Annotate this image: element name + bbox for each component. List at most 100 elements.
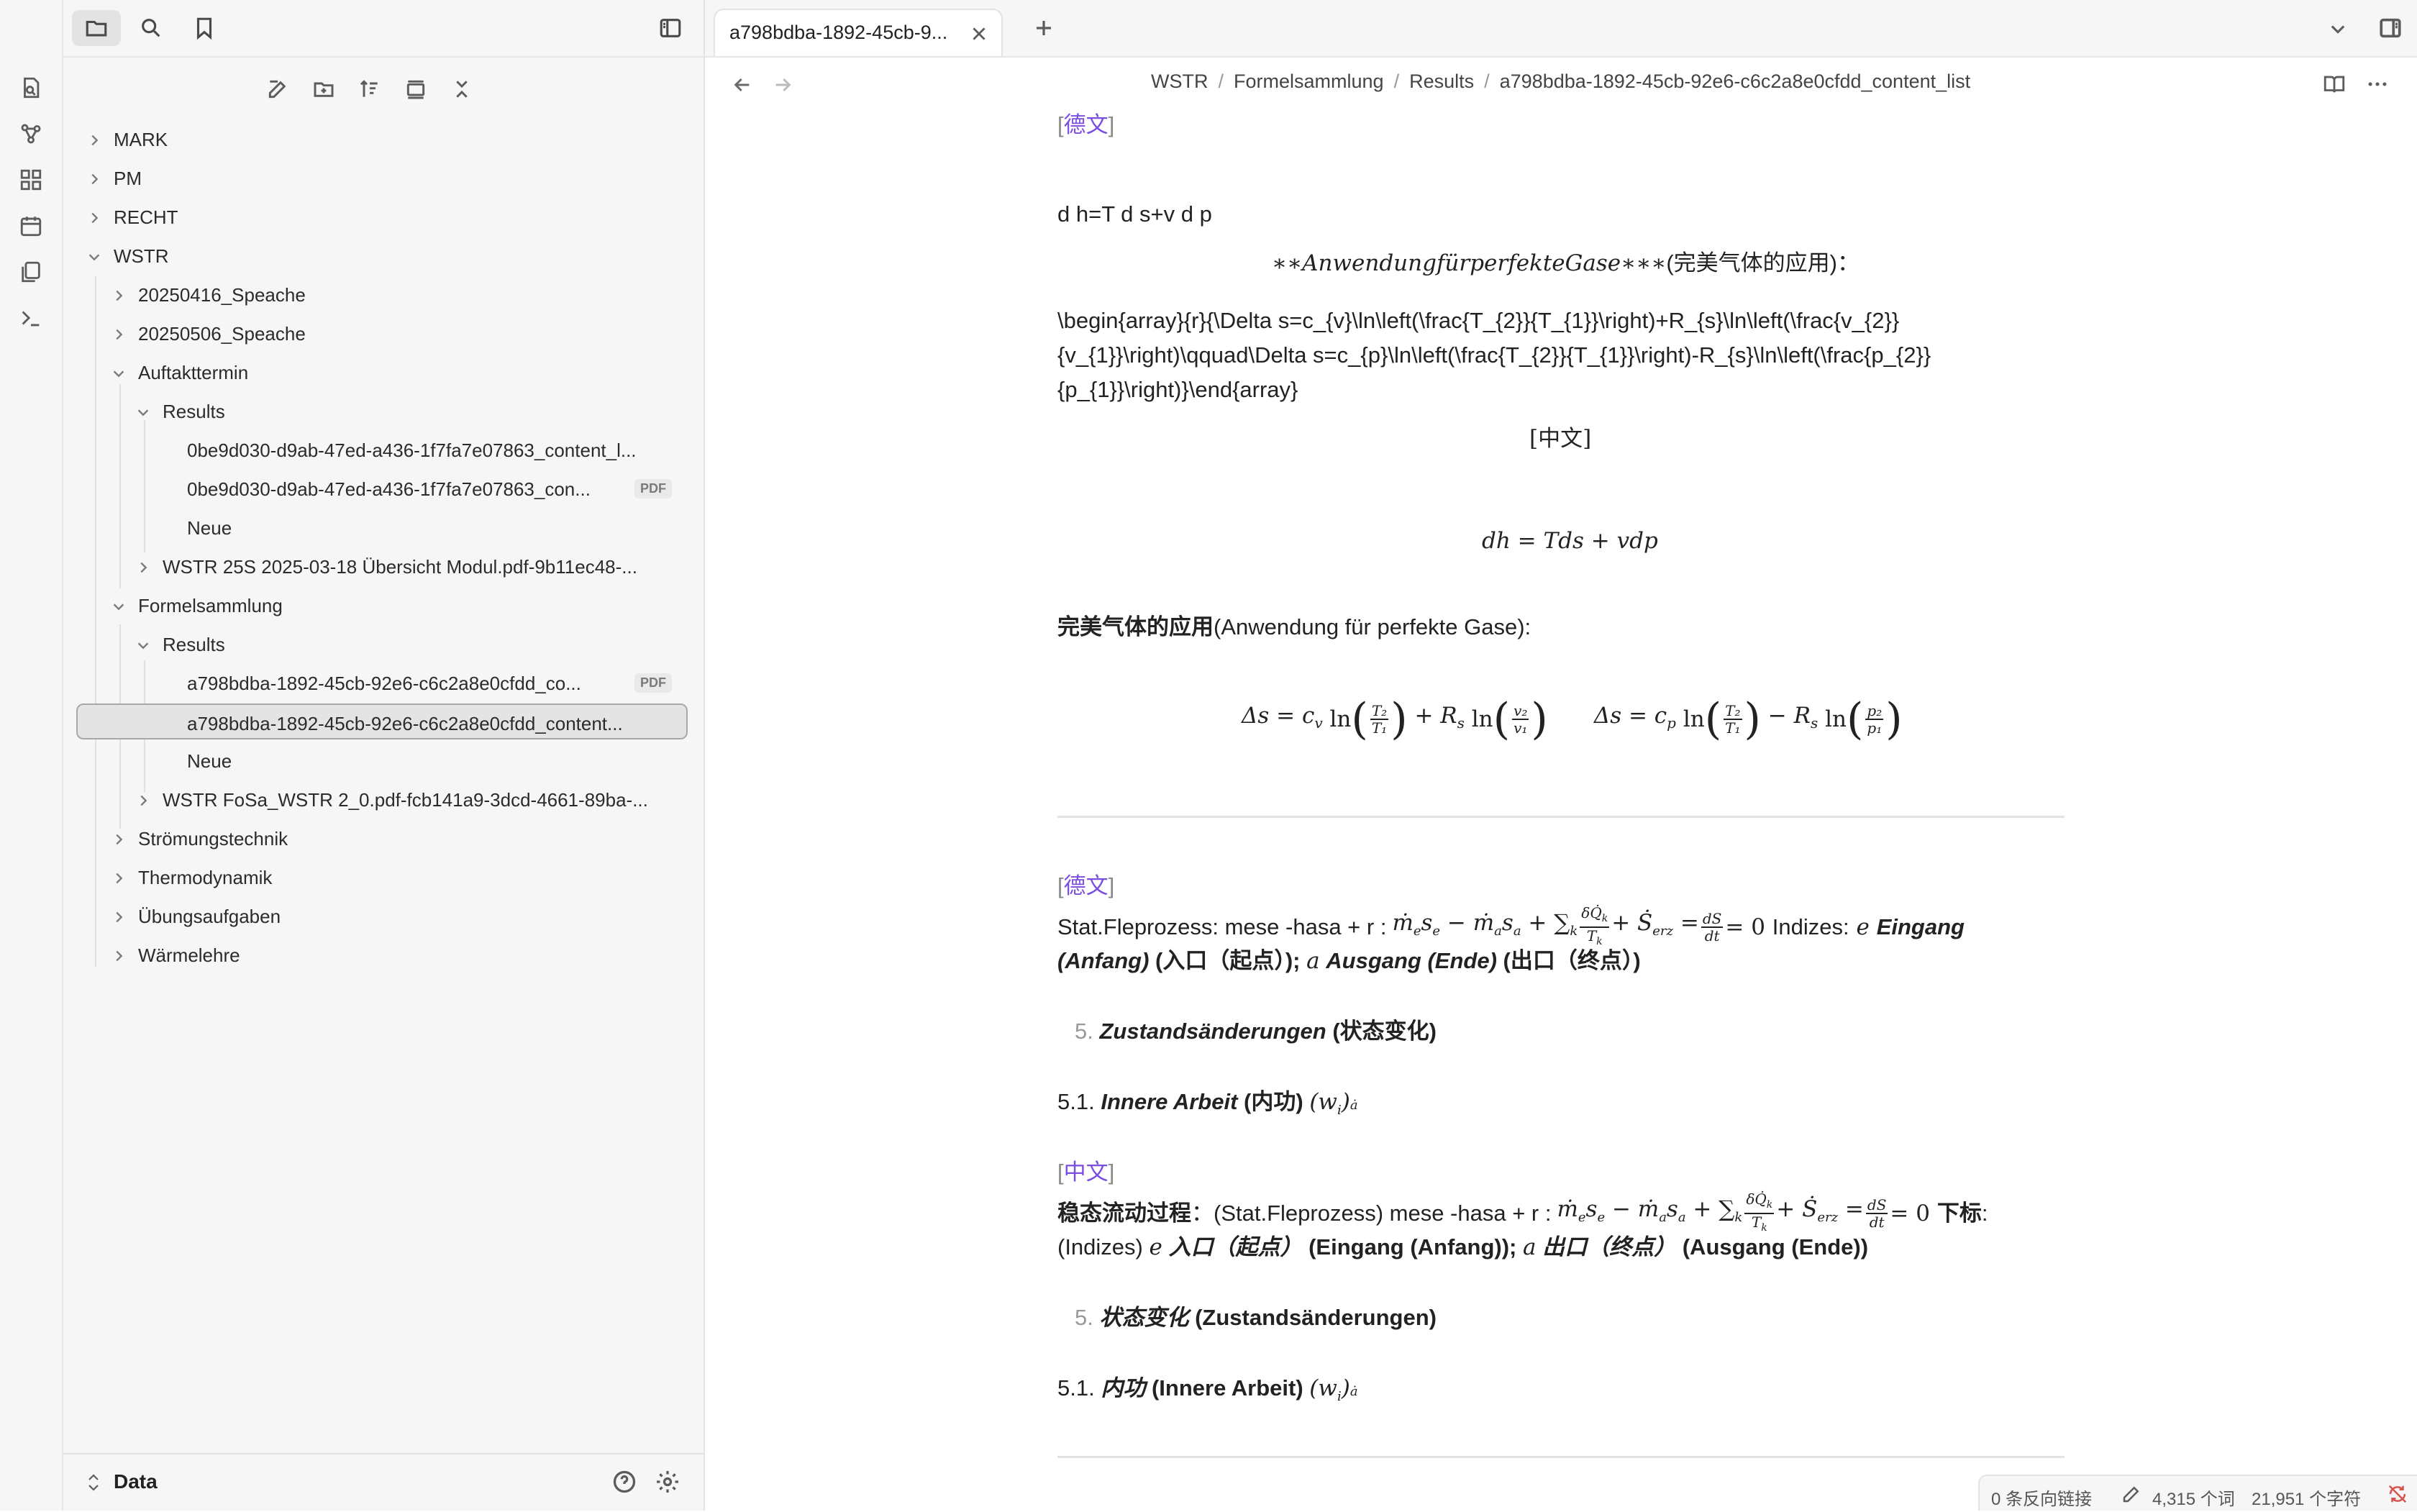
tab-active-note[interactable]: a798bdba-1892-45cb-9... bbox=[714, 9, 1003, 56]
tree-item-label: MARK bbox=[114, 129, 168, 150]
tree-item-label: a798bdba-1892-45cb-92e6-c6c2a8e0cfdd_con… bbox=[187, 713, 623, 734]
folder-20250506[interactable]: 20250506_Speache bbox=[76, 315, 688, 351]
display-equation-entropy: Δs = cv ln(T₂ T₁) + Rs ln(v₂ v₁) Δs = cp l… bbox=[1242, 694, 1903, 744]
more-options-icon[interactable] bbox=[2365, 72, 2390, 96]
reading-view-book-icon[interactable] bbox=[2322, 72, 2347, 96]
de-link-line: [德文] bbox=[1057, 873, 1115, 898]
new-tab-plus-icon[interactable] bbox=[1033, 17, 1055, 39]
file-item-active[interactable]: a798bdba-1892-45cb-92e6-c6c2a8e0cfdd_con… bbox=[76, 703, 688, 739]
folder-20250416[interactable]: 20250416_Speache bbox=[76, 276, 688, 312]
bold-text: (状态变化) bbox=[1332, 1019, 1437, 1044]
folder-stroemungstechnik[interactable]: Strömungstechnik bbox=[76, 820, 688, 856]
breadcrumb-item[interactable]: WSTR bbox=[1151, 70, 1208, 92]
quick-switcher-icon[interactable] bbox=[15, 72, 47, 104]
backlinks-count[interactable]: 0 条反向链接 bbox=[1991, 1485, 2092, 1510]
folder-wstr[interactable]: WSTR bbox=[76, 237, 688, 273]
bold-text: 完美气体的应用 bbox=[1057, 614, 1214, 639]
bold-text: (Eingang (Anfang)); bbox=[1308, 1234, 1517, 1260]
breadcrumb-item[interactable]: Results bbox=[1409, 70, 1474, 92]
file-item[interactable]: Neue bbox=[76, 742, 688, 778]
settings-gear-icon[interactable] bbox=[655, 1469, 681, 1495]
pdf-badge: PDF bbox=[634, 673, 672, 693]
tree-item-label: WSTR 25S 2025-03-18 Übersicht Modul.pdf-… bbox=[163, 556, 637, 578]
folder-formelsammlung[interactable]: Formelsammlung bbox=[76, 587, 688, 623]
divider bbox=[1057, 1456, 2065, 1458]
auto-reveal-icon[interactable] bbox=[400, 73, 432, 105]
list-number: 5. bbox=[1075, 1305, 1093, 1330]
new-folder-icon[interactable] bbox=[308, 73, 340, 105]
internal-link[interactable]: 德文 bbox=[1064, 873, 1109, 898]
folder-uebungsaufgaben[interactable]: Übungsaufgaben bbox=[76, 898, 688, 934]
chevron-right-icon bbox=[86, 209, 102, 224]
text-span: 5.1. bbox=[1057, 1375, 1095, 1401]
bold-text: (出口（终点）) bbox=[1503, 948, 1641, 973]
tree-item-label: WSTR bbox=[114, 245, 169, 267]
templates-icon[interactable] bbox=[15, 256, 47, 288]
bookmarks-tab-icon[interactable] bbox=[180, 10, 229, 46]
folder-waermelehre[interactable]: Wärmelehre bbox=[76, 937, 688, 973]
collapse-all-icon[interactable] bbox=[446, 73, 478, 105]
chevron-right-icon bbox=[111, 869, 127, 885]
text-span: (Anwendung für perfekte Gase): bbox=[1214, 614, 1531, 639]
breadcrumb-current[interactable]: a798bdba-1892-45cb-92e6-c6c2a8e0cfdd_con… bbox=[1500, 70, 1971, 92]
folder-results[interactable]: Results bbox=[76, 393, 688, 429]
help-icon[interactable] bbox=[611, 1469, 637, 1495]
sort-order-icon[interactable] bbox=[354, 73, 386, 105]
chevron-updown-icon[interactable] bbox=[85, 1472, 102, 1493]
internal-link[interactable]: 中文 bbox=[1064, 1160, 1109, 1185]
chevron-right-icon bbox=[111, 908, 127, 924]
char-count: 21,951 个字符 bbox=[2252, 1490, 2362, 1509]
anwendung-heading-line: ∗∗AnwendungfürperfekteGase∗∗∗(完美气体的应用)： bbox=[1272, 246, 1860, 281]
sync-status-icon[interactable] bbox=[2387, 1483, 2408, 1505]
tree-item-label: Neue bbox=[187, 517, 232, 539]
subsection-5-1: 5.1. Innere Arbeit (内功) (wi)ȧ bbox=[1057, 1089, 1358, 1119]
close-icon[interactable] bbox=[970, 24, 988, 43]
right-sidebar-toggle-icon[interactable] bbox=[2378, 16, 2403, 40]
forward-arrow-icon[interactable] bbox=[771, 73, 794, 96]
tree-item-label: Neue bbox=[187, 750, 232, 772]
chevron-right-icon bbox=[111, 286, 127, 302]
file-item[interactable]: 0be9d030-d9ab-47ed-a436-1f7fa7e07863_con… bbox=[76, 432, 688, 468]
files-tab-icon[interactable] bbox=[72, 10, 121, 46]
calendar-icon[interactable] bbox=[15, 210, 47, 242]
pdf-badge: PDF bbox=[634, 479, 672, 498]
vault-switcher: Data bbox=[63, 1453, 704, 1512]
bold-text: (Innere Arbeit) bbox=[1151, 1375, 1303, 1401]
folder-wstr-25s[interactable]: WSTR 25S 2025-03-18 Übersicht Modul.pdf-… bbox=[76, 548, 688, 584]
text-span: (Indizes) bbox=[1057, 1234, 1143, 1260]
sidebar-header bbox=[63, 0, 704, 58]
breadcrumb-item[interactable]: Formelsammlung bbox=[1234, 70, 1384, 92]
folder-pm[interactable]: PM bbox=[76, 160, 688, 196]
display-equation-dh: dh = Tds + vdp bbox=[1482, 528, 1658, 554]
canvas-icon[interactable] bbox=[15, 164, 47, 196]
vault-name[interactable]: Data bbox=[114, 1470, 158, 1493]
internal-link[interactable]: 德文 bbox=[1064, 112, 1109, 137]
status-bar: 0 条反向链接 4,315 个词 21,951 个字符 bbox=[1978, 1475, 2417, 1511]
folder-mark[interactable]: MARK bbox=[76, 121, 688, 157]
terminal-icon[interactable] bbox=[15, 302, 47, 334]
folder-recht[interactable]: RECHT bbox=[76, 199, 688, 234]
edit-pencil-icon[interactable] bbox=[2121, 1483, 2142, 1505]
back-arrow-icon[interactable] bbox=[731, 73, 754, 96]
bold-italic-text: Ausgang (Ende) bbox=[1326, 948, 1497, 973]
tree-item-label: 20250416_Speache bbox=[138, 284, 306, 306]
folder-wstr-fosa[interactable]: WSTR FoSa_WSTR 2_0.pdf-fcb141a9-3dcd-466… bbox=[76, 781, 688, 817]
file-item[interactable]: a798bdba-1892-45cb-92e6-c6c2a8e0cfdd_co.… bbox=[76, 665, 688, 701]
cn-bracket-line: [中文] bbox=[1529, 426, 1592, 452]
breadcrumb-separator: / bbox=[1393, 70, 1400, 92]
search-tab-icon[interactable] bbox=[127, 10, 176, 46]
folder-auftakttermin[interactable]: Auftakttermin bbox=[76, 354, 688, 390]
new-note-icon[interactable] bbox=[262, 73, 293, 105]
folder-thermodynamik[interactable]: Thermodynamik bbox=[76, 859, 688, 895]
breadcrumb-separator: / bbox=[1484, 70, 1490, 92]
tab-list-chevron-down-icon[interactable] bbox=[2328, 19, 2348, 39]
graph-view-icon[interactable] bbox=[15, 118, 47, 150]
latex-source-line: \begin{array}{r}{\Delta s=c_{v}\ln\left(… bbox=[1057, 308, 1900, 333]
bold-italic-text: 状态变化 bbox=[1099, 1305, 1189, 1330]
file-item[interactable]: 0be9d030-d9ab-47ed-a436-1f7fa7e07863_con… bbox=[76, 470, 688, 506]
file-item[interactable]: Neue bbox=[76, 509, 688, 545]
chevron-right-icon bbox=[111, 325, 127, 341]
folder-results[interactable]: Results bbox=[76, 626, 688, 662]
collapse-sidebar-icon[interactable] bbox=[646, 10, 695, 46]
tree-item-label: RECHT bbox=[114, 206, 178, 228]
